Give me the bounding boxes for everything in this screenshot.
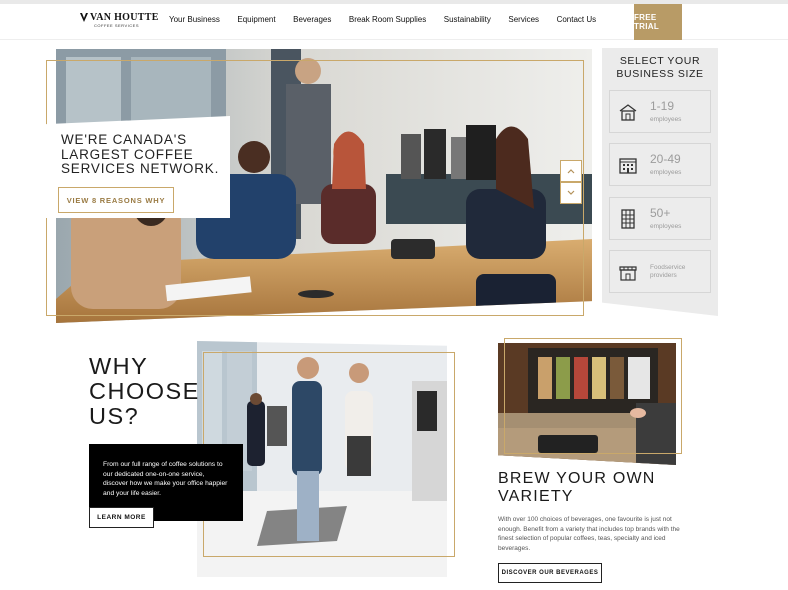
- chevron-up-icon: [567, 169, 575, 174]
- brand-tagline: COFFEE SERVICES: [94, 23, 139, 28]
- tower-icon: [621, 209, 635, 229]
- brand-logo[interactable]: VAN HOUTTE COFFEE SERVICES: [80, 12, 158, 32]
- why-description: From our full range of coffee solutions …: [103, 461, 228, 497]
- nav-break-room-supplies[interactable]: Break Room Supplies: [349, 15, 426, 24]
- building-icon: [619, 158, 637, 174]
- view-reasons-button[interactable]: VIEW 8 REASONS WHY: [58, 187, 174, 213]
- hero-title: WE'RE CANADA'S LARGEST COFFEE SERVICES N…: [61, 132, 220, 176]
- why-title: WHY CHOOSE US?: [89, 353, 200, 429]
- size-option-foodservice[interactable]: Foodservice providers: [609, 250, 711, 293]
- main-menu: Your Business Equipment Beverages Break …: [169, 15, 614, 24]
- carousel-down-button[interactable]: [560, 182, 582, 204]
- storefront-icon: [619, 266, 637, 281]
- size-label: employees: [650, 116, 682, 123]
- free-trial-button[interactable]: FREE TRIAL: [634, 4, 682, 40]
- house-icon: [619, 104, 637, 121]
- nav-beverages[interactable]: Beverages: [293, 15, 331, 24]
- chevron-down-icon: [567, 190, 575, 195]
- brew-title: BREW YOUR OWN VARIETY: [498, 470, 656, 505]
- brand-name: VAN HOUTTE: [90, 12, 159, 23]
- size-value: 50+: [650, 206, 671, 220]
- size-label: employees: [650, 223, 682, 230]
- nav-contact-us[interactable]: Contact Us: [557, 15, 597, 24]
- brew-description: With over 100 choices of beverages, one …: [498, 516, 680, 552]
- logo-mark-icon: [80, 13, 88, 22]
- size-label: employees: [650, 169, 682, 176]
- size-option-50-plus[interactable]: 50+ employees: [609, 197, 711, 240]
- size-option-20-49[interactable]: 20-49 employees: [609, 143, 711, 186]
- learn-more-button[interactable]: LEARN MORE: [89, 507, 154, 528]
- nav-your-business[interactable]: Your Business: [169, 15, 220, 24]
- business-size-title: SELECT YOUR BUSINESS SIZE: [616, 55, 704, 80]
- size-option-1-19[interactable]: 1-19 employees: [609, 90, 711, 133]
- brew-photo-dispenser: [498, 343, 676, 465]
- nav-equipment[interactable]: Equipment: [237, 15, 275, 24]
- size-value: 1-19: [650, 99, 675, 113]
- size-label: Foodservice providers: [650, 264, 686, 279]
- size-value: 20-49: [650, 152, 681, 166]
- discover-beverages-button[interactable]: DISCOVER OUR BEVERAGES: [498, 563, 602, 583]
- carousel-up-button[interactable]: [560, 160, 582, 182]
- nav-sustainability[interactable]: Sustainability: [444, 15, 491, 24]
- nav-services[interactable]: Services: [508, 15, 539, 24]
